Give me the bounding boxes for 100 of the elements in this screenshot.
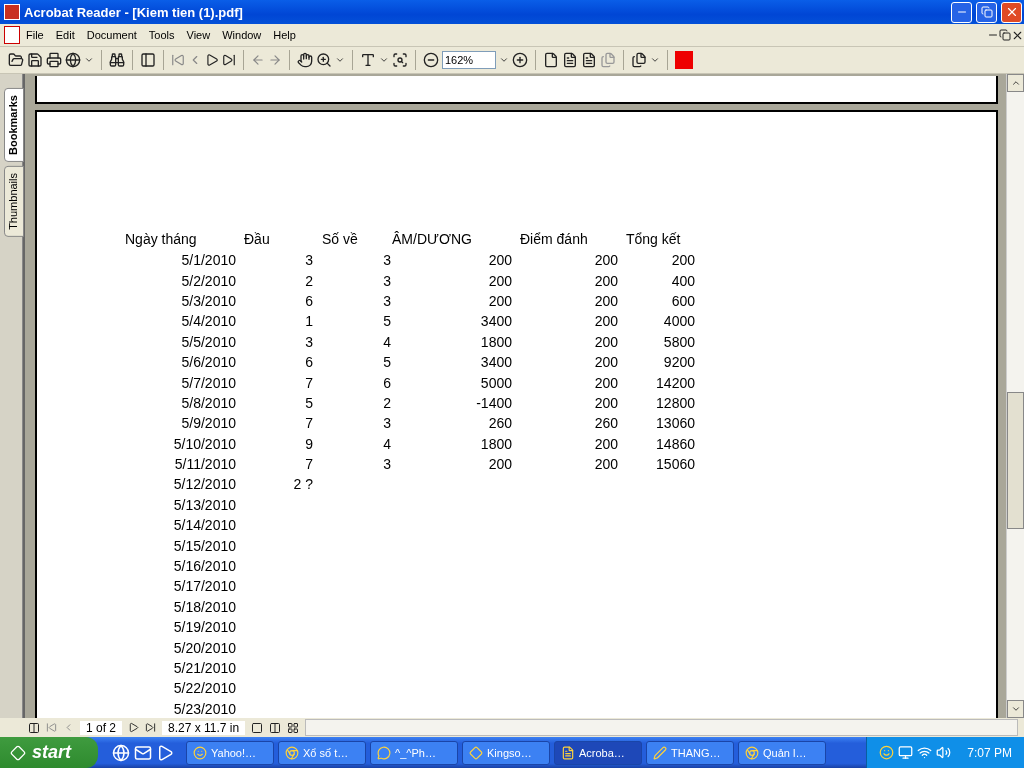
app-icon[interactable] (285, 745, 299, 760)
single-page-icon[interactable] (251, 721, 264, 734)
zoom-in-icon[interactable] (316, 52, 332, 68)
table-cell-text: 5/9/2010 (181, 415, 237, 432)
side-tab[interactable]: Thumbnails (4, 165, 24, 237)
caret-icon[interactable] (335, 55, 345, 65)
media-icon[interactable] (156, 743, 174, 762)
table-cell-text: 3 (305, 333, 314, 350)
hand-icon[interactable] (297, 52, 313, 68)
zoom-field[interactable]: 162% (442, 51, 496, 69)
table-cell-text: 6 (305, 354, 314, 371)
next-page-icon[interactable] (205, 53, 219, 67)
taskbar-button[interactable]: Xổ số t… (278, 740, 366, 765)
table-cell-text: 14860 (656, 435, 696, 452)
table-cell-text: 200 (594, 333, 619, 350)
taskbar-button[interactable]: Yahoo!… (186, 740, 274, 765)
menu-item[interactable]: Tools (142, 27, 181, 43)
menu-item[interactable]: Edit (49, 27, 81, 43)
forward-icon[interactable] (268, 53, 282, 67)
fit-width-icon[interactable] (581, 52, 597, 68)
caret-icon[interactable] (84, 55, 94, 65)
page-icon[interactable] (543, 52, 559, 68)
side-tab[interactable]: Bookmarks (4, 88, 24, 162)
rotate-icon[interactable] (631, 52, 647, 68)
table-cell-text: 5/18/2010 (173, 598, 237, 615)
table-cell-text: 200 (488, 456, 513, 473)
horizontal-scrollbar[interactable] (305, 719, 1018, 736)
taskbar-button[interactable]: Kingso… (462, 740, 550, 765)
table-cell-text: 7 (305, 374, 314, 391)
app-icon[interactable] (193, 745, 207, 760)
column-header: Tổng kết (625, 231, 682, 247)
app-icon[interactable] (745, 745, 759, 760)
table-cell-text: 5/5/2010 (181, 333, 237, 350)
taskbar-button[interactable]: THANG… (646, 740, 734, 765)
menu-item[interactable]: View (180, 27, 217, 43)
taskbar-button[interactable]: Acroba… (554, 740, 642, 765)
splitter-icon[interactable] (28, 721, 40, 734)
table-cell-text: 5/19/2010 (173, 619, 237, 636)
table-cell-text: 3 (305, 252, 314, 269)
zoom-out-icon[interactable] (423, 52, 439, 68)
app-icon[interactable] (377, 745, 391, 760)
scrollbar-thumb[interactable] (1007, 392, 1024, 529)
table-cell-text: 3400 (480, 313, 513, 330)
facing-icon[interactable] (287, 721, 300, 734)
table-cell-text: 5/20/2010 (173, 639, 237, 656)
app-icon[interactable] (561, 745, 575, 760)
fit-page-icon[interactable] (562, 52, 578, 68)
first-page-icon[interactable] (171, 53, 185, 67)
caret-icon[interactable] (650, 55, 660, 65)
taskbar-button[interactable]: Quản l… (738, 740, 826, 765)
table-cell-text: 200 (488, 252, 513, 269)
column-header: ÂM/DƯƠNG (392, 231, 473, 247)
network-icon[interactable] (917, 745, 933, 760)
document-icon[interactable] (4, 26, 20, 44)
text-select-icon[interactable] (360, 52, 376, 68)
search-icon[interactable] (109, 52, 125, 68)
scroll-down-icon[interactable] (1010, 704, 1021, 714)
start-button[interactable]: start (0, 737, 98, 768)
last-page-icon[interactable] (145, 722, 157, 733)
restore-icon[interactable] (999, 29, 1011, 41)
restore-button[interactable] (976, 1, 997, 23)
menu-item[interactable]: Help (267, 27, 302, 43)
continuous-icon[interactable] (269, 721, 282, 734)
folder-icon[interactable] (8, 52, 24, 68)
zoom-in-icon[interactable] (512, 52, 528, 68)
table-cell-text: 5/3/2010 (181, 292, 237, 309)
back-icon[interactable] (251, 53, 265, 67)
table-cell-text: 200 (488, 272, 513, 289)
menu-item[interactable]: Window (216, 27, 268, 43)
table-cell-text: -1400 (476, 394, 513, 411)
menu-item[interactable]: Document (80, 27, 143, 43)
restore-icon[interactable] (980, 6, 993, 18)
table-cell-text: 15060 (656, 456, 696, 473)
scroll-up-icon[interactable] (1010, 78, 1021, 88)
caret-icon[interactable] (379, 55, 389, 65)
menu-item[interactable]: File (20, 27, 50, 43)
save-icon[interactable] (27, 52, 43, 68)
vertical-scrollbar[interactable] (1006, 74, 1024, 718)
page-size: 8.27 x 11.7 in (162, 720, 246, 735)
table-cell: 5 (383, 354, 392, 371)
speaker-icon[interactable] (936, 745, 952, 760)
page-number[interactable]: 1 of 2 (80, 720, 123, 735)
browser-icon[interactable] (112, 743, 130, 762)
table-cell: 3 (383, 252, 392, 269)
table-cell-text: 13060 (656, 415, 696, 432)
printer-icon[interactable] (46, 52, 62, 68)
next-page-icon[interactable] (128, 722, 140, 733)
globe-icon[interactable] (65, 52, 81, 68)
snapshot-icon[interactable] (392, 52, 408, 68)
minimize-button[interactable] (951, 1, 972, 23)
mail-icon[interactable] (134, 743, 152, 762)
table-cell-text: 7 (305, 456, 314, 473)
table-cell: 2 (383, 394, 392, 411)
monitor-icon[interactable] (898, 745, 914, 760)
taskbar-button[interactable]: ^_^Ph… (370, 740, 458, 765)
table-cell-text: 14200 (656, 374, 696, 391)
last-page-icon[interactable] (222, 53, 236, 67)
panel-icon[interactable] (140, 52, 156, 68)
table-cell-text: 3400 (480, 354, 513, 371)
caret-icon[interactable] (499, 55, 509, 65)
